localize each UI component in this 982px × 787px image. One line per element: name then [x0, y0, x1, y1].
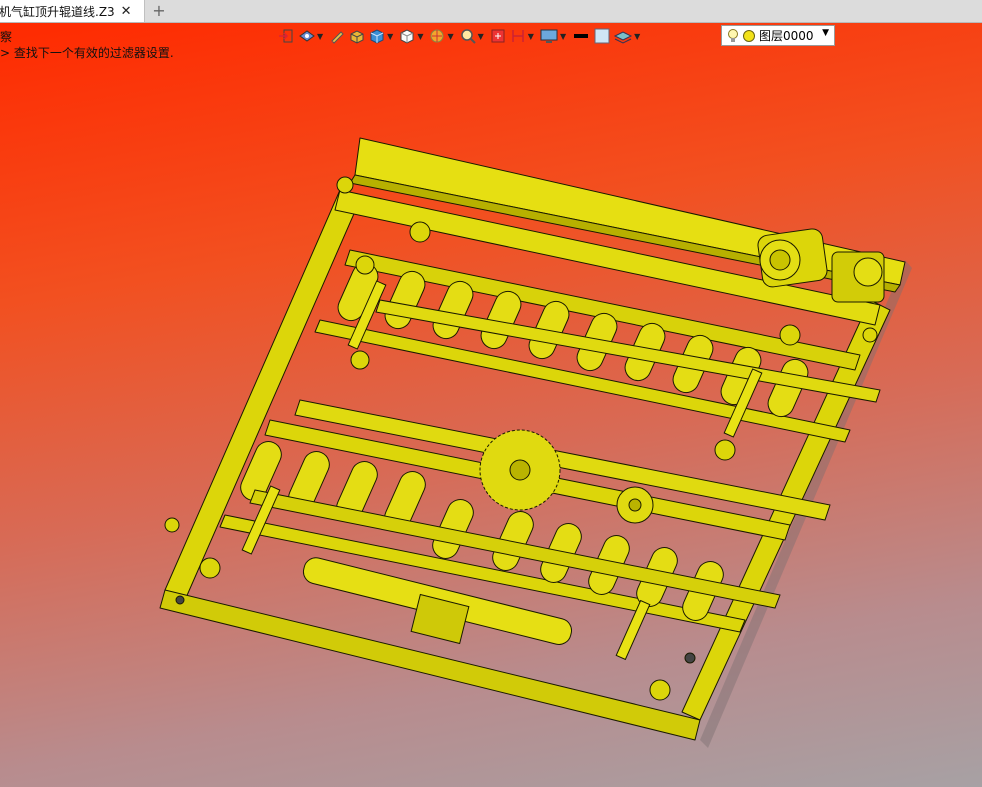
document-tab[interactable]: 卷机气缸顶升辊道线.Z3 ✕ — [0, 0, 145, 22]
document-tab-title: 卷机气缸顶升辊道线.Z3 — [0, 4, 115, 19]
close-tab-icon[interactable]: ✕ — [121, 4, 132, 19]
tab-bar: 卷机气缸顶升辊道线.Z3 ✕ + — [0, 0, 982, 23]
new-tab-button[interactable]: + — [150, 0, 168, 22]
cad-model[interactable] — [0, 23, 982, 787]
